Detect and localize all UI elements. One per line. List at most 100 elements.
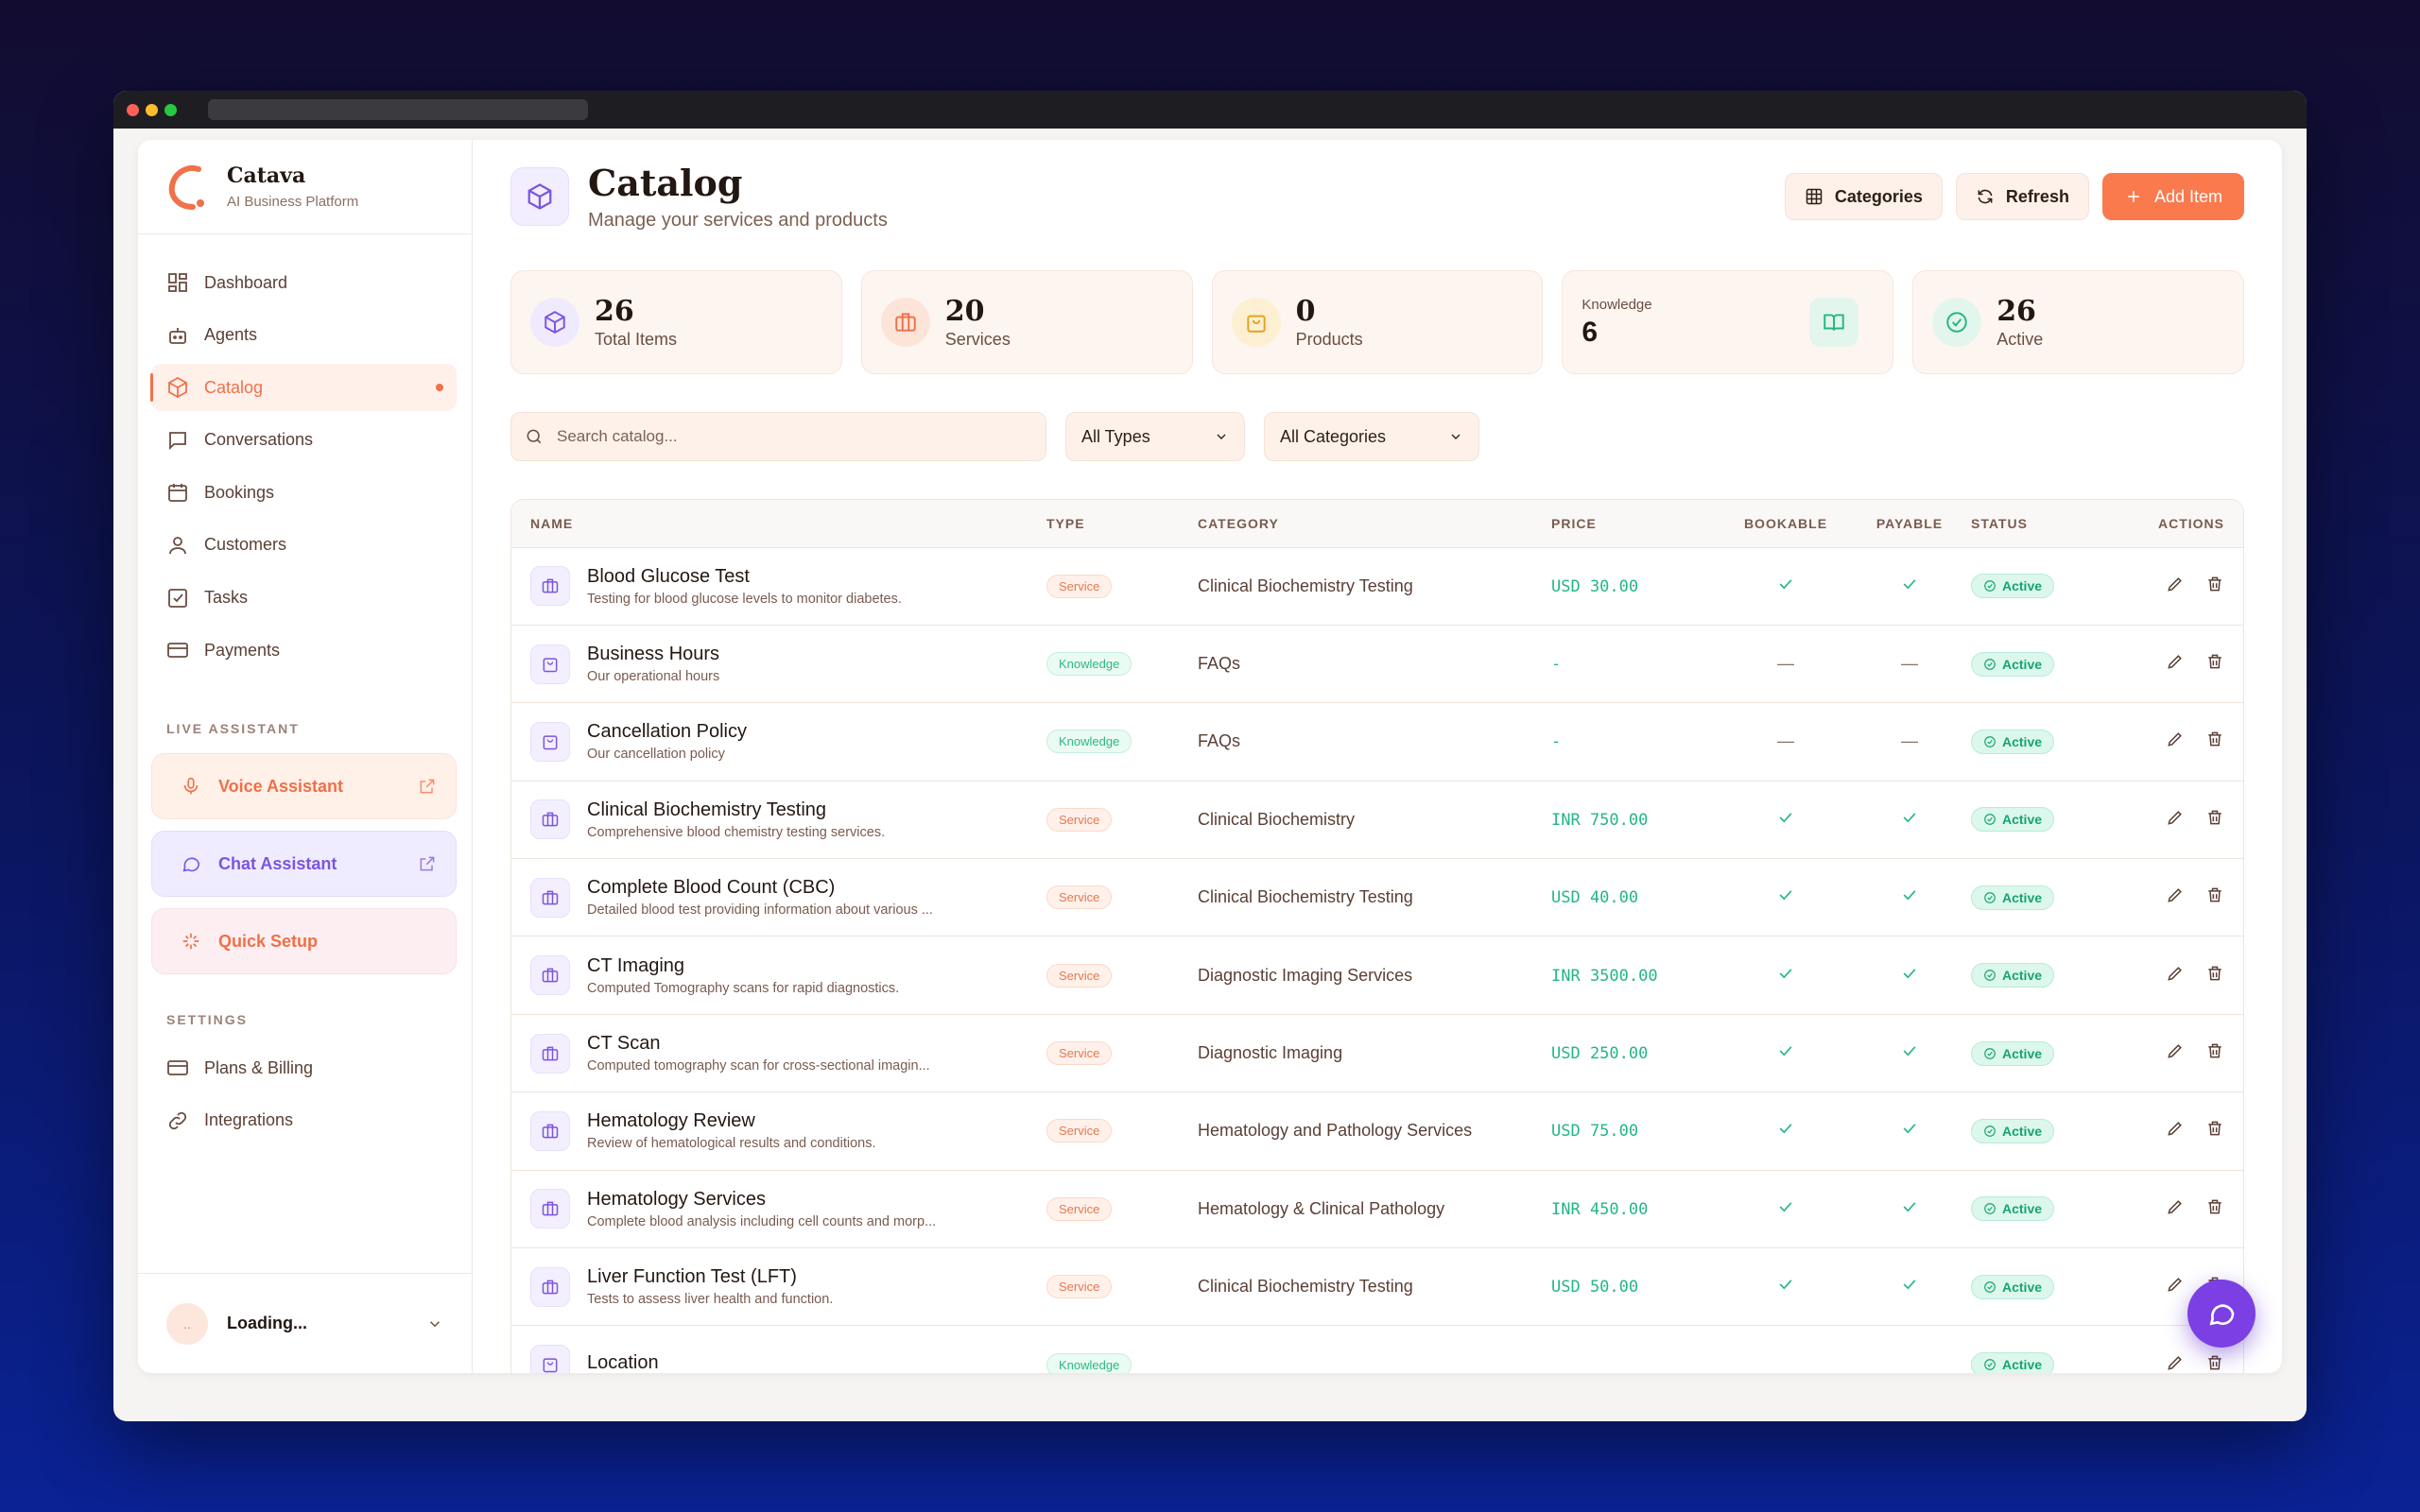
edit-icon[interactable] (2166, 1275, 2185, 1294)
credit-card-icon (167, 1060, 188, 1076)
type-filter-select[interactable]: All Types (1065, 412, 1245, 461)
user-menu[interactable]: .. Loading... (138, 1273, 472, 1373)
edit-icon[interactable] (2166, 1119, 2185, 1138)
check-icon (1903, 813, 1916, 823)
edit-icon[interactable] (2166, 730, 2185, 748)
table-row[interactable]: Blood Glucose Test Testing for blood gluc… (511, 547, 2243, 626)
table-row[interactable]: CT Scan Computed tomography scan for cros… (511, 1014, 2243, 1093)
briefcase-icon (530, 1110, 570, 1151)
delete-icon[interactable] (2205, 1041, 2224, 1060)
category-filter-select[interactable]: All Categories (1264, 412, 1479, 461)
brand[interactable]: Catava AI Business Platform (138, 140, 472, 234)
check-circle-icon (1984, 1125, 1996, 1137)
sidebar-item-plans-billing[interactable]: Plans & Billing (151, 1044, 457, 1091)
stat-label: Active (1996, 330, 2044, 349)
column-header-name[interactable]: NAME (511, 500, 1046, 548)
edit-icon[interactable] (2166, 1197, 2185, 1216)
chat-assistant-button[interactable]: Chat Assistant (151, 831, 457, 898)
status-badge: Active (1971, 807, 2055, 833)
delete-icon[interactable] (2205, 1197, 2224, 1216)
quick-setup-label: Quick Setup (218, 931, 319, 951)
sidebar-item-customers[interactable]: Customers (151, 522, 457, 569)
item-description: Testing for blood glucose levels to moni… (587, 591, 902, 607)
sidebar-item-payments[interactable]: Payments (151, 627, 457, 674)
minimize-window-button[interactable] (146, 104, 158, 116)
delete-icon[interactable] (2205, 1353, 2224, 1372)
add-item-button[interactable]: Add Item (2101, 173, 2244, 220)
status-badge: Active (1971, 1040, 2055, 1066)
status-label: Active (2002, 1201, 2043, 1217)
column-header-payable[interactable]: PAYABLE (1848, 500, 1971, 548)
edit-icon[interactable] (2166, 652, 2185, 671)
check-icon (1779, 1202, 1792, 1212)
delete-icon[interactable] (2205, 1119, 2224, 1138)
item-description: Detailed blood test providing informatio… (587, 902, 933, 919)
sidebar-item-label: Dashboard (204, 272, 288, 292)
delete-icon[interactable] (2205, 964, 2224, 983)
quick-setup-button[interactable]: Quick Setup (151, 908, 457, 975)
status-label: Active (2002, 1123, 2043, 1139)
maximize-window-button[interactable] (164, 104, 177, 116)
briefcase-icon (530, 799, 570, 840)
chat-launcher-button[interactable] (2187, 1280, 2256, 1348)
sidebar-item-integrations[interactable]: Integrations (151, 1097, 457, 1144)
column-header-status[interactable]: STATUS (1971, 500, 2124, 548)
sidebar-item-dashboard[interactable]: Dashboard (151, 259, 457, 306)
column-header-price[interactable]: PRICE (1551, 500, 1723, 548)
type-badge: Service (1046, 963, 1113, 988)
column-header-category[interactable]: CATEGORY (1198, 500, 1551, 548)
table-row[interactable]: Hematology Services Complete blood analys… (511, 1170, 2243, 1249)
delete-icon[interactable] (2205, 730, 2224, 748)
edit-icon[interactable] (2166, 575, 2185, 593)
item-category: Diagnostic Imaging Services (1198, 965, 1413, 985)
edit-icon[interactable] (2166, 1041, 2185, 1060)
delete-icon[interactable] (2205, 885, 2224, 904)
table-row[interactable]: Liver Function Test (LFT) Tests to assess… (511, 1247, 2243, 1327)
table-body: Blood Glucose Test Testing for blood gluc… (511, 547, 2243, 1373)
chat-bubble-icon (182, 857, 200, 872)
table-row[interactable]: Complete Blood Count (CBC) Detailed blood… (511, 858, 2243, 937)
refresh-button[interactable]: Refresh (1955, 173, 2089, 220)
voice-assistant-button[interactable]: Voice Assistant (151, 753, 457, 820)
delete-icon[interactable] (2205, 808, 2224, 827)
column-header-bookable[interactable]: BOOKABLE (1723, 500, 1848, 548)
item-price: INR 750.00 (1551, 810, 1649, 830)
table-row[interactable]: Location Knowledge Active (511, 1325, 2243, 1373)
edit-icon[interactable] (2166, 808, 2185, 827)
close-window-button[interactable] (127, 104, 139, 116)
grid-icon (1806, 188, 1823, 205)
edit-icon[interactable] (2166, 1353, 2185, 1372)
check-circle-icon (1984, 1047, 1996, 1059)
table-row[interactable]: Cancellation Policy Our cancellation poli… (511, 702, 2243, 782)
sidebar-item-bookings[interactable]: Bookings (151, 469, 457, 516)
edit-icon[interactable] (2166, 885, 2185, 904)
item-description: Tests to assess liver health and functio… (587, 1292, 834, 1308)
sidebar-item-label: Tasks (204, 588, 249, 608)
sidebar-item-agents[interactable]: Agents (151, 312, 457, 359)
sidebar-item-label: Customers (204, 535, 287, 555)
edit-icon[interactable] (2166, 964, 2185, 983)
address-bar[interactable] (208, 99, 588, 120)
package-icon (530, 298, 579, 347)
status-label: Active (2002, 733, 2043, 749)
delete-icon[interactable] (2205, 652, 2224, 671)
sidebar-item-catalog[interactable]: Catalog (150, 364, 457, 412)
sidebar-item-conversations[interactable]: Conversations (151, 417, 457, 464)
categories-button[interactable]: Categories (1784, 173, 1943, 220)
dash-icon: — (1901, 731, 1918, 751)
sparkle-icon (182, 933, 199, 950)
bag-icon (543, 1358, 558, 1373)
sidebar-item-tasks[interactable]: Tasks (151, 575, 457, 622)
search-input[interactable] (557, 427, 1011, 446)
check-icon (1903, 1124, 1916, 1134)
table-row[interactable]: CT Imaging Computed Tomography scans for … (511, 936, 2243, 1015)
check-icon (1903, 1280, 1916, 1290)
table-row[interactable]: Hematology Review Review of hematological… (511, 1091, 2243, 1171)
sidebar: Catava AI Business Platform Dashboard Ag… (138, 140, 473, 1373)
item-category: FAQs (1198, 731, 1241, 751)
column-header-type[interactable]: TYPE (1046, 500, 1198, 548)
delete-icon[interactable] (2205, 575, 2224, 593)
item-price: INR 3500.00 (1551, 966, 1658, 986)
table-row[interactable]: Business Hours Our operational hours Knowl… (511, 625, 2243, 704)
table-row[interactable]: Clinical Biochemistry Testing Comprehensi… (511, 781, 2243, 860)
